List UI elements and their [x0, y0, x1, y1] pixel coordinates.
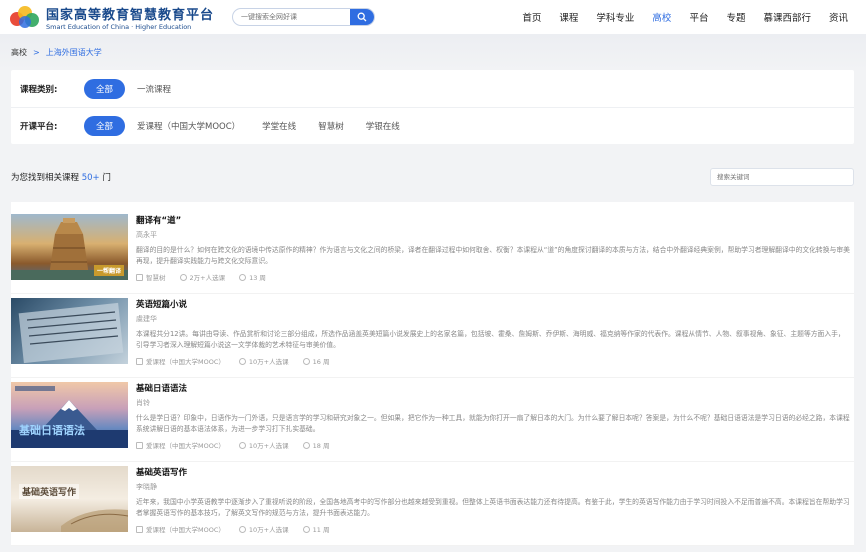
- main-nav: 首页 课程 学科专业 高校 平台 专题 慕课西部行 资讯: [504, 0, 848, 34]
- course-teacher: 虞建华: [136, 315, 157, 323]
- platform-filter: 开课平台: 全部 爱课程（中国大学MOOC） 学堂在线 智慧树 学银在线: [11, 107, 854, 144]
- course-meta: 爱课程（中国大学MOOC） 10万+人选课 18 周: [136, 440, 850, 450]
- course-title[interactable]: 英语短篇小说: [136, 298, 850, 310]
- platform-icon: [136, 441, 143, 449]
- top-header: 国家高等教育智慧教育平台 Smart Education of China · …: [0, 0, 866, 34]
- course-thumbnail[interactable]: 基础日语语法: [11, 382, 128, 448]
- nav-courses[interactable]: 课程: [559, 10, 578, 24]
- course-duration: 18 周: [312, 442, 330, 450]
- course-meta: 智慧树 2万+人选课 13 周: [136, 272, 850, 282]
- open-book-image: [61, 509, 128, 532]
- course-duration: 11 周: [312, 526, 330, 534]
- course-description: 本课程共分12讲。每讲由导读、作品赏析和讨论三部分组成，所选作品涵盖英美短篇小说…: [136, 330, 845, 349]
- keyword-search-input[interactable]: [710, 168, 854, 186]
- nav-platforms[interactable]: 平台: [689, 10, 708, 24]
- book-pages-image: [18, 302, 124, 364]
- platform-filter-label: 开课平台:: [20, 122, 58, 132]
- course-description: 翻译的目的是什么？如何在跨文化的语境中传达原作的精神？作为语言与文化之间的桥梁，…: [136, 246, 850, 265]
- category-option-first-class[interactable]: 一流课程: [137, 83, 171, 95]
- nav-news[interactable]: 资讯: [829, 10, 848, 24]
- people-icon: [179, 273, 187, 281]
- course-duration: 16 周: [312, 358, 330, 366]
- logo-subtitle: Smart Education of China · Higher Educat…: [46, 22, 192, 31]
- course-card[interactable]: 基础日语语法 基础日语语法 肖铃 什么是学日语？印象中，日语作为一门外语，只是语…: [11, 378, 854, 462]
- results-bar: 为您找到相关课程 50+ 门: [11, 168, 854, 186]
- platform-option-xueyin[interactable]: 学银在线: [366, 120, 400, 132]
- results-count: 为您找到相关课程 50+ 门: [11, 171, 111, 183]
- course-duration: 13 周: [249, 274, 266, 282]
- course-thumbnail[interactable]: 一帮翻译: [11, 214, 128, 280]
- platform-icon: [136, 273, 143, 281]
- people-icon: [238, 357, 246, 365]
- thumbnail-caption: 一帮翻译: [93, 265, 124, 276]
- category-option-all[interactable]: 全部: [84, 78, 126, 99]
- course-title[interactable]: 基础英语写作: [136, 466, 850, 478]
- course-enrolled: 2万+人选课: [189, 274, 226, 282]
- logo-mark-icon: [10, 4, 42, 30]
- course-list: 一帮翻译 翻译有“道” 高永平 翻译的目的是什么？如何在跨文化的语境中传达原作的…: [11, 202, 854, 546]
- course-card[interactable]: 英语短篇小说 虞建华 本课程共分12讲。每讲由导读、作品赏析和讨论三部分组成，所…: [11, 294, 854, 378]
- category-filter: 课程类别: 全部 一流课程: [11, 70, 854, 107]
- course-enrolled: 10万+人选课: [248, 442, 289, 450]
- search-icon: [357, 12, 367, 22]
- platform-option-all[interactable]: 全部: [84, 116, 126, 136]
- breadcrumb-current: 上海外国语大学: [45, 47, 102, 57]
- results-suffix: 门: [102, 173, 111, 183]
- nav-topics[interactable]: 专题: [726, 10, 745, 24]
- breadcrumb-root[interactable]: 高校: [11, 47, 27, 58]
- course-platform: 爱课程（中国大学MOOC）: [146, 358, 225, 366]
- course-description: 什么是学日语？印象中，日语作为一门外语，只是语言学的学习和研究对象之一。但如果，…: [136, 414, 850, 433]
- platform-option-xuetangx[interactable]: 学堂在线: [262, 120, 296, 132]
- global-search: [232, 8, 375, 26]
- platform-icon: [136, 525, 143, 533]
- course-description: 近年来，我国中小学英语教学中逐渐步入了重视听说的阶段，全国各地高考中的写作部分也…: [136, 498, 850, 517]
- nav-disciplines[interactable]: 学科专业: [596, 10, 634, 24]
- course-thumbnail[interactable]: 基础英语写作: [11, 466, 128, 532]
- course-platform: 智慧树: [146, 274, 166, 282]
- thumbnail-caption: 基础日语语法: [19, 424, 85, 437]
- logo-title: 国家高等教育智慧教育平台: [46, 7, 215, 23]
- nav-universities[interactable]: 高校: [652, 10, 671, 24]
- platform-option-zhihuishu[interactable]: 智慧树: [318, 120, 344, 132]
- course-teacher: 肖铃: [136, 399, 150, 407]
- course-enrolled: 10万+人选课: [248, 358, 289, 366]
- people-icon: [238, 525, 246, 533]
- global-search-input[interactable]: [233, 9, 350, 25]
- filter-panel: 课程类别: 全部 一流课程 开课平台: 全部 爱课程（中国大学MOOC） 学堂在…: [11, 70, 854, 144]
- clock-icon: [302, 441, 310, 449]
- site-logo[interactable]: 国家高等教育智慧教育平台 Smart Education of China · …: [10, 4, 220, 31]
- nav-home[interactable]: 首页: [522, 10, 541, 24]
- course-teacher: 李晓静: [136, 483, 157, 491]
- course-enrolled: 10万+人选课: [248, 526, 289, 534]
- course-card[interactable]: 一帮翻译 翻译有“道” 高永平 翻译的目的是什么？如何在跨文化的语境中传达原作的…: [11, 210, 854, 294]
- mount-fuji-image: [11, 386, 128, 448]
- course-title[interactable]: 翻译有“道”: [136, 214, 850, 226]
- course-meta: 爱课程（中国大学MOOC） 10万+人选课 11 周: [136, 524, 850, 534]
- course-meta: 爱课程（中国大学MOOC） 10万+人选课 16 周: [136, 356, 850, 366]
- course-title[interactable]: 基础日语语法: [136, 382, 850, 394]
- results-prefix: 为您找到相关课程: [11, 173, 80, 183]
- nav-mooc-west[interactable]: 慕课西部行: [763, 10, 811, 24]
- course-platform: 爱课程（中国大学MOOC）: [146, 442, 225, 450]
- results-number: 50+: [81, 173, 100, 183]
- clock-icon: [302, 357, 310, 365]
- search-button[interactable]: [350, 9, 374, 25]
- breadcrumb-separator: >: [33, 47, 40, 57]
- people-icon: [238, 441, 246, 449]
- course-card[interactable]: 基础英语写作 基础英语写作 李晓静 近年来，我国中小学英语教学中逐渐步入了重视听…: [11, 462, 854, 546]
- category-filter-label: 课程类别:: [20, 84, 58, 95]
- course-thumbnail[interactable]: [11, 298, 128, 364]
- course-teacher: 高永平: [136, 231, 157, 239]
- platform-icon: [136, 357, 143, 365]
- clock-icon: [239, 273, 247, 281]
- clock-icon: [302, 525, 310, 533]
- platform-option-icourse[interactable]: 爱课程（中国大学MOOC）: [137, 120, 240, 132]
- course-platform: 爱课程（中国大学MOOC）: [146, 526, 225, 534]
- thumbnail-caption: 基础英语写作: [19, 484, 80, 499]
- breadcrumb: 高校 > 上海外国语大学: [0, 34, 866, 70]
